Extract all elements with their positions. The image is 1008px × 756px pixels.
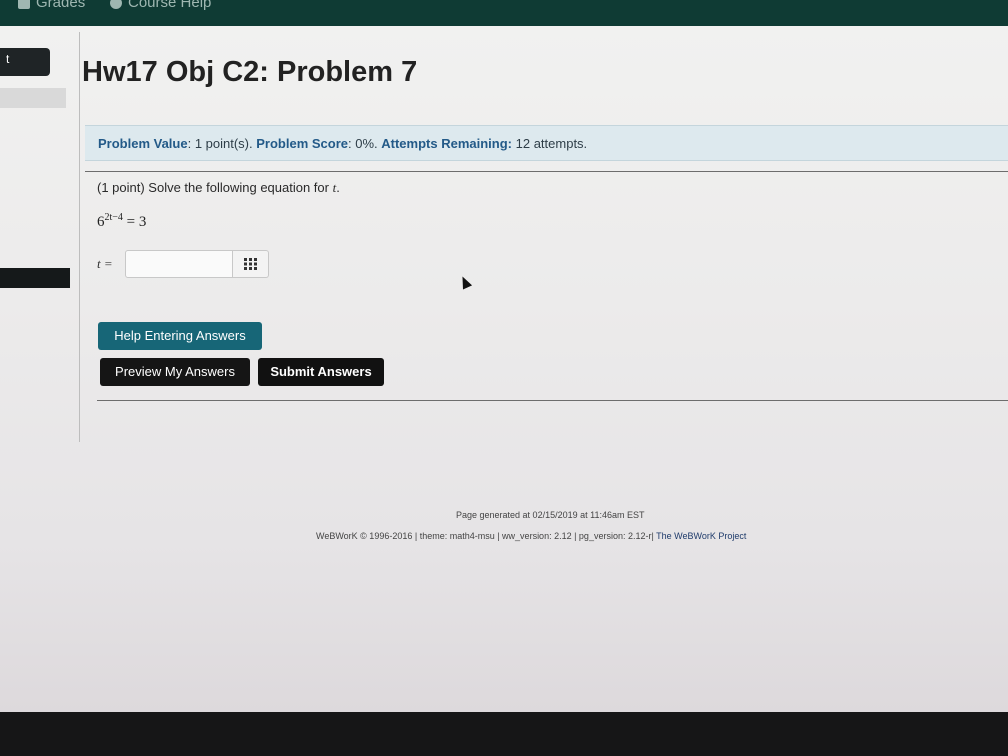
sidebar-tab-label: t [6,52,10,66]
footer-version-text: WeBWorK © 1996-2016 | theme: math4-msu |… [316,531,654,541]
nav-course-help-label: Course Help [128,0,212,11]
equation-exponent: 2t−4 [104,212,123,223]
attempts-remaining-label: Attempts Remaining: [381,136,512,151]
problem-info-bar: Problem Value: 1 point(s). Problem Score… [85,125,1008,161]
nav-grades-label: Grades [36,0,86,11]
help-icon [110,0,122,9]
sidebar-item-dark[interactable] [0,268,70,288]
preview-answers-button[interactable]: Preview My Answers [100,358,250,386]
screen-bezel [0,712,1008,756]
footer-generated-text: Page generated at 02/15/2019 at 11:46am … [456,510,645,520]
prompt-text: (1 point) Solve the following equation f… [97,180,329,195]
sidebar-divider [79,32,80,442]
mouse-cursor-icon [457,274,473,290]
answer-input[interactable] [125,250,233,278]
prompt-end: . [336,180,340,195]
grades-icon [18,0,30,9]
page-title: Hw17 Obj C2: Problem 7 [82,56,418,88]
top-navbar: Grades Course Help [0,0,1008,26]
problem-value-label: Problem Value [98,136,188,151]
submit-answers-button[interactable]: Submit Answers [258,358,384,386]
equation-rhs: = 3 [126,214,147,230]
equation-editor-button[interactable] [233,250,269,278]
problem-score-label: Problem Score [256,136,349,151]
problem-score-text: : 0%. [348,136,378,151]
grid-icon [243,258,257,270]
answer-label: t = [97,256,113,271]
equation-base: 6 [97,214,105,230]
screen: Grades Course Help t Hw17 Obj C2: Proble… [0,0,1008,756]
problem-page: t Hw17 Obj C2: Problem 7 Problem Value: … [0,26,1008,712]
divider-top [85,171,1008,172]
webwork-project-link[interactable]: The WeBWorK Project [656,531,746,541]
problem-value-text: : 1 point(s). [187,136,253,151]
answer-row: t = [97,250,269,278]
footer-meta: WeBWorK © 1996-2016 | theme: math4-msu |… [316,531,746,541]
problem-prompt: (1 point) Solve the following equation f… [97,180,340,196]
problem-equation: 62t−4 = 3 [97,212,146,231]
divider-bottom [97,400,1008,401]
sidebar-active-tab[interactable]: t [0,48,50,76]
help-entering-answers-button[interactable]: Help Entering Answers [98,322,262,350]
nav-course-help-link[interactable]: Course Help [110,0,211,11]
nav-grades-link[interactable]: Grades [18,0,85,11]
attempts-remaining-text: 12 attempts. [515,136,588,151]
sidebar-item[interactable] [0,88,66,108]
